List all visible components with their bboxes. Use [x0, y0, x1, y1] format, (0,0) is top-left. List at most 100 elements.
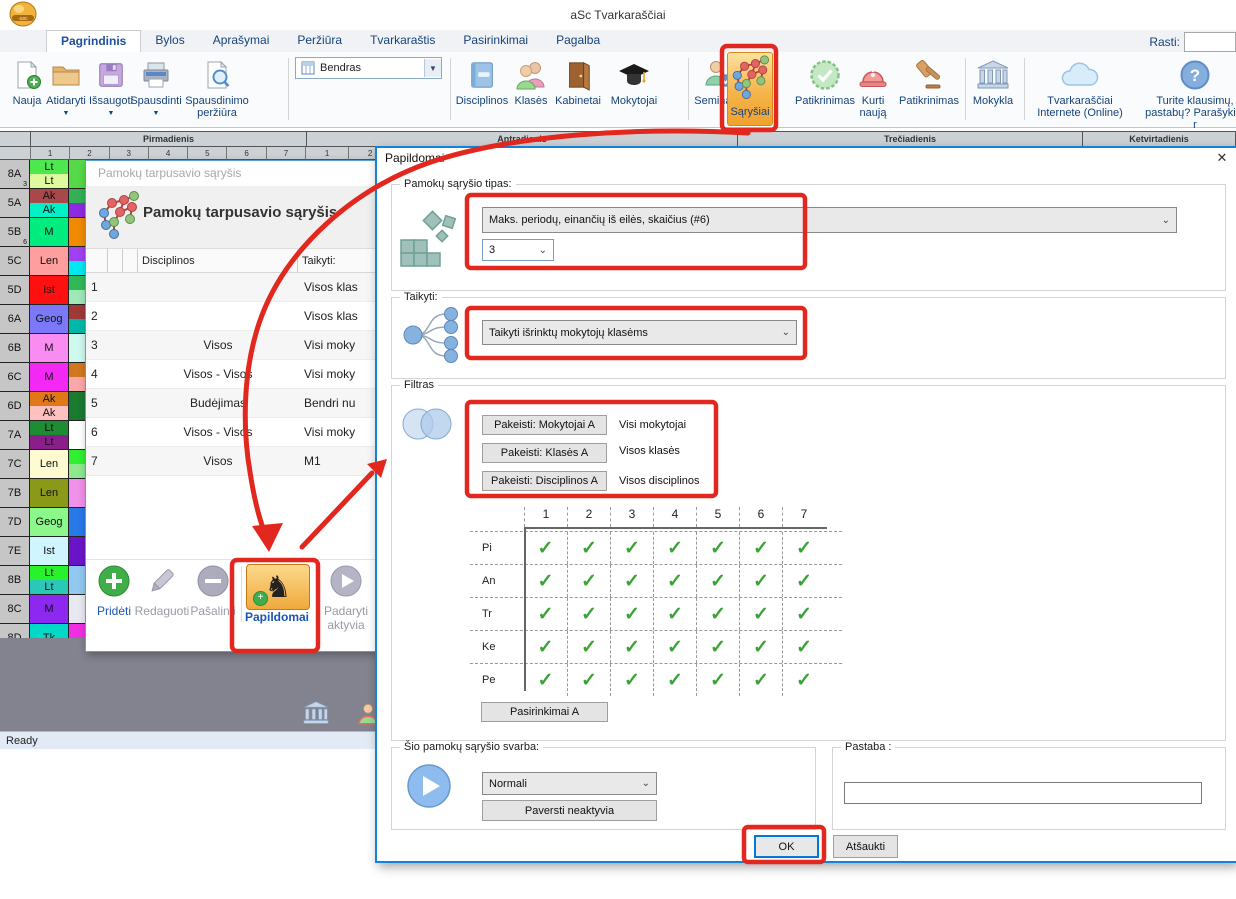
period-checkbox[interactable]: ✓	[653, 565, 696, 597]
period-checkbox[interactable]: ✓	[524, 598, 567, 630]
period-checkbox[interactable]: ✓	[524, 664, 567, 696]
lesson-cell[interactable]: Lt Lt	[30, 160, 69, 188]
ribbon-print-preview-button[interactable]: Spausdinimo peržiūra	[178, 55, 256, 119]
ribbon-help-button[interactable]: ? Turite klausimų,pastabų? Parašykite r	[1142, 55, 1236, 131]
period-checkbox[interactable]: ✓	[524, 565, 567, 597]
relation-type-select[interactable]: Maks. periodų, einančių iš eilės, skaiči…	[482, 207, 1177, 233]
period-checkbox[interactable]: ✓	[782, 565, 825, 597]
view-select[interactable]: Bendras ▼	[295, 57, 442, 79]
period-checkbox[interactable]: ✓	[653, 598, 696, 630]
period-checkbox[interactable]: ✓	[782, 598, 825, 630]
advanced-button[interactable]: ♞ +	[246, 564, 310, 610]
tab-pagrindinis[interactable]: Pagrindinis	[46, 30, 141, 52]
period-checkbox[interactable]: ✓	[610, 664, 653, 696]
period-checkbox[interactable]: ✓	[739, 598, 782, 630]
list-item[interactable]: 7 Visos M1	[86, 447, 379, 476]
lesson-cell[interactable]: M	[30, 218, 69, 246]
chevron-down-icon[interactable]: ▼	[424, 59, 441, 77]
lesson-cell[interactable]: Tk	[30, 624, 69, 638]
list-item[interactable]: 6 Visos - Visos Visi moky	[86, 418, 379, 447]
period-checkbox[interactable]: ✓	[524, 631, 567, 663]
list-item[interactable]: 5 Budėjimas Bendri nu	[86, 389, 379, 418]
period-checkbox[interactable]: ✓	[610, 565, 653, 597]
ribbon-classes-button[interactable]: Klasės	[508, 55, 554, 107]
column-taikyti[interactable]: Taikyti:	[298, 249, 379, 272]
period-checkbox[interactable]: ✓	[567, 598, 610, 630]
period-checkbox[interactable]: ✓	[610, 532, 653, 564]
period-checkbox[interactable]: ✓	[653, 664, 696, 696]
lesson-cell[interactable]: Ak Ak	[30, 189, 69, 217]
period-checkbox[interactable]: ✓	[739, 532, 782, 564]
make-inactive-button[interactable]: Paversti neaktyvia	[482, 800, 657, 821]
period-checkbox[interactable]: ✓	[696, 598, 739, 630]
ribbon-check2-button[interactable]: Patikrinimas	[894, 55, 964, 107]
ribbon-print-button[interactable]: Spausdinti ▼	[126, 55, 186, 120]
period-checkbox[interactable]: ✓	[696, 532, 739, 564]
lesson-cell[interactable]: Len	[30, 450, 69, 478]
cancel-button[interactable]: Atšaukti	[833, 835, 898, 858]
period-checkbox[interactable]: ✓	[782, 631, 825, 663]
delete-button[interactable]: Pašalinti	[188, 564, 238, 618]
ribbon-online-button[interactable]: TvarkaraščiaiInternete (Online)	[1026, 55, 1134, 119]
period-checkbox[interactable]: ✓	[696, 631, 739, 663]
period-checkbox[interactable]: ✓	[610, 631, 653, 663]
period-checkbox[interactable]: ✓	[782, 664, 825, 696]
close-icon[interactable]: ✕	[1213, 150, 1231, 168]
period-checkbox[interactable]: ✓	[696, 664, 739, 696]
lesson-cell[interactable]: Ak Ak	[30, 392, 69, 420]
lesson-cell[interactable]: M	[30, 334, 69, 362]
change-subjects-button[interactable]: Pakeisti: Disciplinos A	[482, 471, 607, 491]
lesson-cell[interactable]: Len	[30, 479, 69, 507]
column-disciplinos[interactable]: Disciplinos	[138, 249, 298, 272]
lesson-cell[interactable]: Geog	[30, 508, 69, 536]
importance-select[interactable]: Normali⌄	[482, 772, 657, 795]
list-item[interactable]: 4 Visos - Visos Visi moky	[86, 360, 379, 389]
period-checkbox[interactable]: ✓	[610, 598, 653, 630]
period-checkbox[interactable]: ✓	[653, 532, 696, 564]
note-input[interactable]	[844, 782, 1202, 804]
tab-tvarkarastis[interactable]: Tvarkaraštis	[356, 30, 449, 52]
lesson-cell[interactable]: Lt Lt	[30, 566, 69, 594]
options-button[interactable]: Pasirinkimai A	[481, 702, 608, 722]
period-checkbox[interactable]: ✓	[739, 565, 782, 597]
period-checkbox[interactable]: ✓	[567, 631, 610, 663]
lesson-cell[interactable]: M	[30, 363, 69, 391]
add-button[interactable]: Pridėti	[94, 564, 134, 618]
ribbon-rooms-button[interactable]: Kabinetai	[550, 55, 606, 107]
list-item[interactable]: 1 Visos klas	[86, 273, 379, 302]
lesson-cell[interactable]: M	[30, 595, 69, 623]
period-checkbox[interactable]: ✓	[739, 631, 782, 663]
period-checkbox[interactable]: ✓	[567, 565, 610, 597]
lesson-cell[interactable]: Lt Lt	[30, 421, 69, 449]
lesson-cell[interactable]: Ist	[30, 276, 69, 304]
tab-bylos[interactable]: Bylos	[141, 30, 198, 52]
ribbon-create-new-button[interactable]: Kurtinaują	[848, 55, 898, 119]
period-checkbox[interactable]: ✓	[567, 532, 610, 564]
find-input[interactable]	[1184, 32, 1236, 52]
tab-pasirinkimai[interactable]: Pasirinkimai	[449, 30, 542, 52]
ribbon-school-button[interactable]: Mokykla	[966, 55, 1020, 107]
lesson-cell[interactable]: Geog	[30, 305, 69, 333]
ok-button[interactable]: OK	[754, 835, 819, 858]
apply-to-select[interactable]: Taikyti išrinktų mokytojų klasėms⌄	[482, 320, 797, 345]
tab-perziura[interactable]: Peržiūra	[283, 30, 356, 52]
tab-pagalba[interactable]: Pagalba	[542, 30, 614, 52]
period-checkbox[interactable]: ✓	[524, 532, 567, 564]
edit-button[interactable]: Redaguoti	[134, 564, 190, 618]
ribbon-subjects-button[interactable]: Disciplinos	[449, 55, 515, 107]
period-checkbox[interactable]: ✓	[782, 532, 825, 564]
period-checkbox[interactable]: ✓	[653, 631, 696, 663]
change-classes-button[interactable]: Pakeisti: Klasės A	[482, 443, 607, 463]
period-checkbox[interactable]: ✓	[739, 664, 782, 696]
list-item[interactable]: 2 Visos klas	[86, 302, 379, 331]
list-item[interactable]: 3 Visos Visi moky	[86, 331, 379, 360]
make-active-button[interactable]: Padarytiaktyvia	[318, 564, 374, 632]
lesson-cell[interactable]: Len	[30, 247, 69, 275]
lesson-cell[interactable]: Ist	[30, 537, 69, 565]
tab-aprasymai[interactable]: Aprašymai	[199, 30, 284, 52]
ribbon-teachers-button[interactable]: Mokytojai	[604, 55, 664, 107]
period-checkbox[interactable]: ✓	[696, 565, 739, 597]
change-teachers-button[interactable]: Pakeisti: Mokytojai A	[482, 415, 607, 435]
ribbon-relations-button[interactable]: Sąryšiai	[727, 52, 773, 126]
period-checkbox[interactable]: ✓	[567, 664, 610, 696]
